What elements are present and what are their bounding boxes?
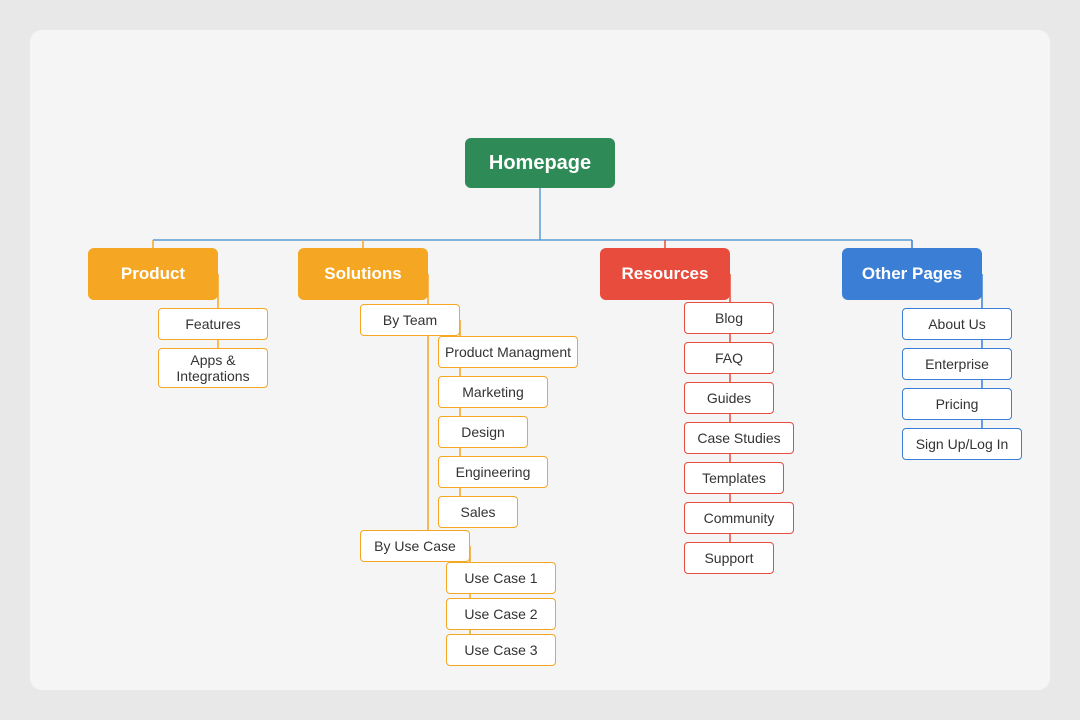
usecase2-label: Use Case 2 <box>464 606 537 622</box>
solutions-label: Solutions <box>324 264 401 284</box>
blog-label: Blog <box>715 310 743 326</box>
templates-node[interactable]: Templates <box>684 462 784 494</box>
apps-label: Apps & Integrations <box>159 352 267 384</box>
pricing-label: Pricing <box>936 396 979 412</box>
faq-label: FAQ <box>715 350 743 366</box>
homepage-label: Homepage <box>489 152 591 175</box>
casestudies-label: Case Studies <box>697 430 780 446</box>
prodmgmt-label: Product Managment <box>445 344 571 360</box>
apps-node[interactable]: Apps & Integrations <box>158 348 268 388</box>
marketing-label: Marketing <box>462 384 523 400</box>
aboutus-label: About Us <box>928 316 986 332</box>
marketing-node[interactable]: Marketing <box>438 376 548 408</box>
guides-node[interactable]: Guides <box>684 382 774 414</box>
product-node[interactable]: Product <box>88 248 218 300</box>
guides-label: Guides <box>707 390 751 406</box>
enterprise-node[interactable]: Enterprise <box>902 348 1012 380</box>
sales-label: Sales <box>460 504 495 520</box>
homepage-node[interactable]: Homepage <box>465 138 615 188</box>
usecase3-node[interactable]: Use Case 3 <box>446 634 556 666</box>
signup-node[interactable]: Sign Up/Log In <box>902 428 1022 460</box>
templates-label: Templates <box>702 470 766 486</box>
signup-label: Sign Up/Log In <box>916 436 1009 452</box>
solutions-node[interactable]: Solutions <box>298 248 428 300</box>
engineering-label: Engineering <box>456 464 531 480</box>
otherpages-label: Other Pages <box>862 264 962 284</box>
support-node[interactable]: Support <box>684 542 774 574</box>
byteam-label: By Team <box>383 312 437 328</box>
usecase1-label: Use Case 1 <box>464 570 537 586</box>
aboutus-node[interactable]: About Us <box>902 308 1012 340</box>
resources-node[interactable]: Resources <box>600 248 730 300</box>
usecase2-node[interactable]: Use Case 2 <box>446 598 556 630</box>
support-label: Support <box>704 550 753 566</box>
byusecase-node[interactable]: By Use Case <box>360 530 470 562</box>
design-node[interactable]: Design <box>438 416 528 448</box>
sales-node[interactable]: Sales <box>438 496 518 528</box>
features-label: Features <box>185 316 240 332</box>
community-node[interactable]: Community <box>684 502 794 534</box>
design-label: Design <box>461 424 505 440</box>
enterprise-label: Enterprise <box>925 356 989 372</box>
prodmgmt-node[interactable]: Product Managment <box>438 336 578 368</box>
resources-label: Resources <box>622 264 709 284</box>
otherpages-node[interactable]: Other Pages <box>842 248 982 300</box>
sitemap-card: Homepage Product Features Apps & Integra… <box>30 30 1050 690</box>
features-node[interactable]: Features <box>158 308 268 340</box>
faq-node[interactable]: FAQ <box>684 342 774 374</box>
product-label: Product <box>121 264 185 284</box>
byteam-node[interactable]: By Team <box>360 304 460 336</box>
pricing-node[interactable]: Pricing <box>902 388 1012 420</box>
byusecase-label: By Use Case <box>374 538 456 554</box>
usecase3-label: Use Case 3 <box>464 642 537 658</box>
usecase1-node[interactable]: Use Case 1 <box>446 562 556 594</box>
casestudies-node[interactable]: Case Studies <box>684 422 794 454</box>
engineering-node[interactable]: Engineering <box>438 456 548 488</box>
blog-node[interactable]: Blog <box>684 302 774 334</box>
community-label: Community <box>704 510 775 526</box>
